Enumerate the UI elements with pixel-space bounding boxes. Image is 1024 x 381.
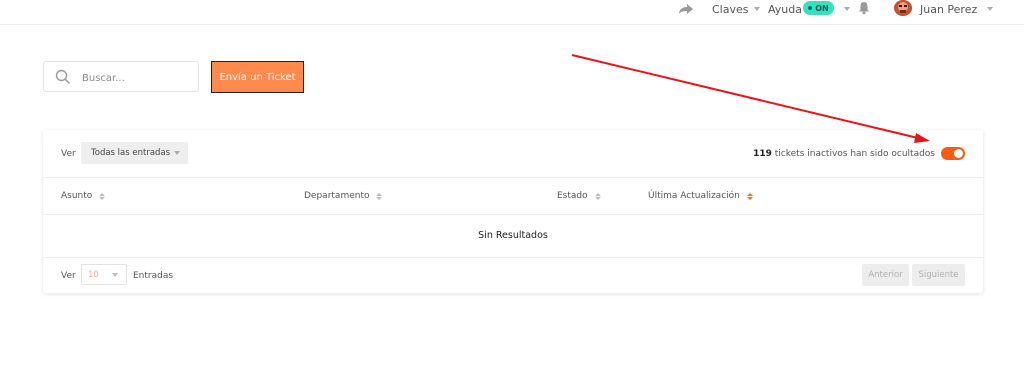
- divider: [43, 257, 983, 258]
- user-menu[interactable]: Juan Perez: [920, 0, 994, 18]
- sort-icon: [594, 192, 601, 200]
- page-size-select[interactable]: 10: [81, 264, 127, 285]
- search-box[interactable]: [43, 61, 199, 92]
- column-header-ultima-actualizacion[interactable]: Última Actualización: [648, 191, 753, 201]
- show-inactive-toggle[interactable]: [941, 147, 965, 160]
- claves-label: Claves: [712, 2, 749, 16]
- user-name: Juan Perez: [920, 2, 978, 16]
- chevron-down-icon: [987, 7, 994, 11]
- previous-page-button[interactable]: Anterior: [862, 264, 909, 286]
- column-header-asunto[interactable]: Asunto: [61, 191, 106, 201]
- ayuda-menu[interactable]: Ayuda: [768, 0, 802, 18]
- divider: [43, 214, 983, 215]
- share-icon[interactable]: [678, 0, 696, 18]
- search-icon: [55, 69, 71, 89]
- hidden-tickets-info: 119 tickets inactivos han sido ocultados: [753, 149, 935, 159]
- page-size-value: 10: [88, 269, 99, 280]
- column-label: Estado: [557, 191, 588, 201]
- send-ticket-button[interactable]: Envía un Ticket: [211, 61, 304, 93]
- status-badge-label: ON: [815, 3, 829, 13]
- hidden-tickets-count: 119: [753, 149, 772, 159]
- ayuda-label: Ayuda: [768, 2, 802, 16]
- chevron-down-icon: [753, 7, 760, 11]
- column-header-departamento[interactable]: Departamento: [304, 191, 383, 201]
- chevron-down-icon: [112, 273, 118, 277]
- column-label: Departamento: [304, 191, 370, 201]
- toggle-knob: [954, 149, 963, 158]
- page-size-label: Ver: [61, 271, 76, 281]
- entries-filter-value: Todas las entradas: [91, 148, 171, 158]
- empty-results-message: Sin Resultados: [478, 230, 548, 241]
- tickets-panel: Ver Todas las entradas 119 tickets inact…: [43, 130, 983, 293]
- status-badge: ON: [803, 1, 834, 15]
- bell-icon[interactable]: [857, 0, 871, 15]
- top-navigation-bar: Claves Ayuda ON Juan Perez: [0, 0, 1024, 25]
- column-header-estado[interactable]: Estado: [557, 191, 601, 201]
- entries-filter-select[interactable]: Todas las entradas: [81, 142, 188, 164]
- sort-icon: [746, 192, 753, 200]
- divider: [43, 177, 983, 178]
- avatar[interactable]: [894, 0, 912, 16]
- chevron-down-icon: [174, 151, 180, 155]
- search-input[interactable]: [80, 68, 194, 88]
- next-page-button[interactable]: Siguiente: [912, 264, 965, 286]
- entries-label: Entradas: [133, 271, 174, 281]
- filter-label: Ver: [61, 149, 76, 159]
- status-dot-icon: [808, 6, 813, 10]
- chevron-down-icon[interactable]: [844, 7, 850, 11]
- claves-menu[interactable]: Claves: [712, 0, 760, 18]
- sort-icon: [99, 192, 106, 200]
- column-label: Asunto: [61, 191, 93, 201]
- hidden-tickets-text: tickets inactivos han sido ocultados: [771, 149, 935, 159]
- column-label: Última Actualización: [648, 191, 740, 201]
- sort-icon: [376, 192, 383, 200]
